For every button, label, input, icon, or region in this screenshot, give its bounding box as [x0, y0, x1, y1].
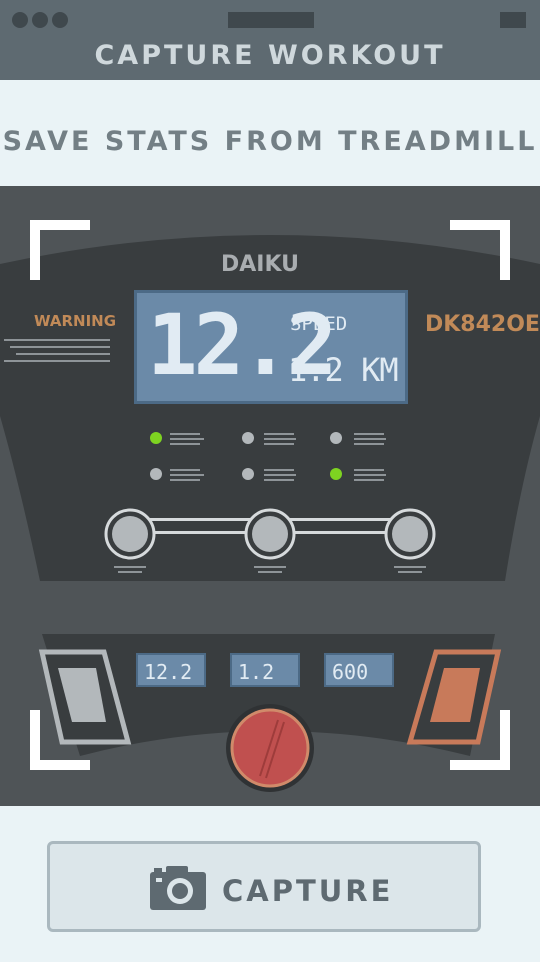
distance-value: 1.2 KM [288, 351, 399, 389]
speed-label: SPEED [290, 313, 348, 335]
window-dot [12, 12, 28, 28]
treadmill-brand: DAIKU [221, 252, 299, 277]
treadmill-illustration [0, 220, 540, 792]
capture-button[interactable]: CAPTURE [47, 841, 481, 932]
app-header: CAPTURE WORKOUT [0, 0, 540, 80]
battery-icon [500, 12, 526, 28]
window-dot [52, 12, 68, 28]
status-notch [228, 12, 314, 28]
warning-label: WARNING [34, 312, 117, 330]
mini-display-distance: 1.2 [230, 653, 300, 687]
stop-button [226, 704, 314, 792]
camera-icon [150, 866, 206, 910]
mini-display-calories: 600 [324, 653, 394, 687]
main-lcd-display: 12.2 SPEED 1.2 KM [134, 290, 408, 404]
window-dot [32, 12, 48, 28]
page-title: CAPTURE WORKOUT [94, 40, 446, 71]
model-label: DK842OE [425, 312, 540, 337]
mini-display-speed: 12.2 [136, 653, 206, 687]
capture-button-label: CAPTURE [222, 874, 394, 908]
page-subtitle: SAVE STATS FROM TREADMILL [2, 126, 538, 157]
treadmill-camera-view[interactable]: DAIKU WARNING DK842OE 12.2 SPEED 1.2 KM … [0, 186, 540, 806]
